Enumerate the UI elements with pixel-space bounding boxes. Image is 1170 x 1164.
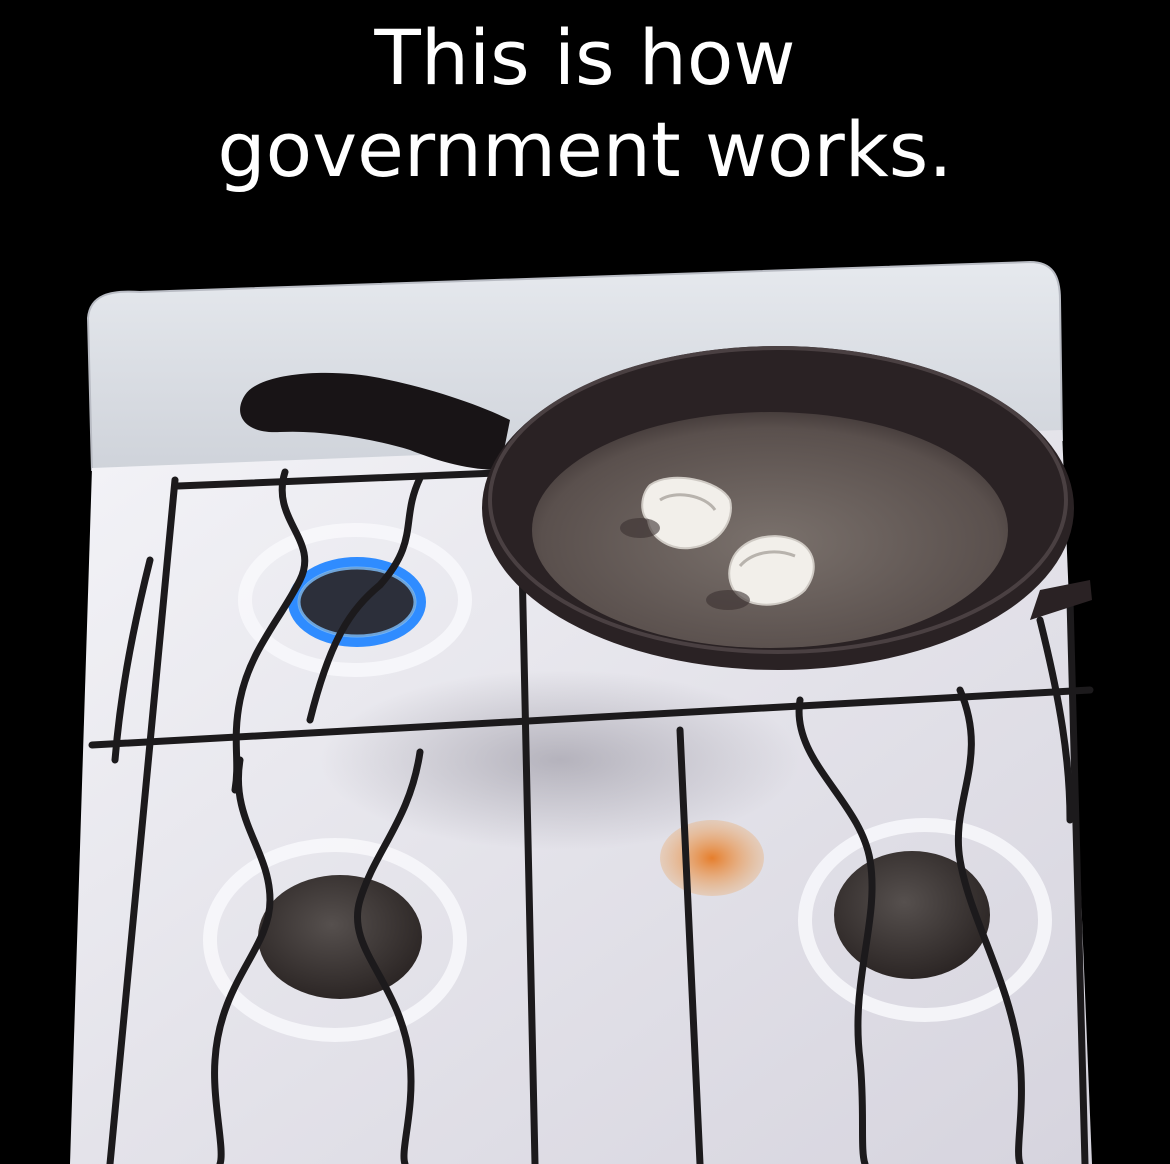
- caption-line-1: This is how: [374, 13, 796, 102]
- burner-icon: [258, 875, 422, 999]
- pan-inner: [532, 412, 1008, 648]
- lit-burner: [288, 557, 426, 647]
- caption-line-2: government works.: [217, 105, 953, 194]
- meme-caption: This is how government works.: [0, 12, 1170, 196]
- yolk-stain: [660, 820, 764, 896]
- stove: [70, 260, 1094, 1164]
- burner-icon: [834, 851, 990, 979]
